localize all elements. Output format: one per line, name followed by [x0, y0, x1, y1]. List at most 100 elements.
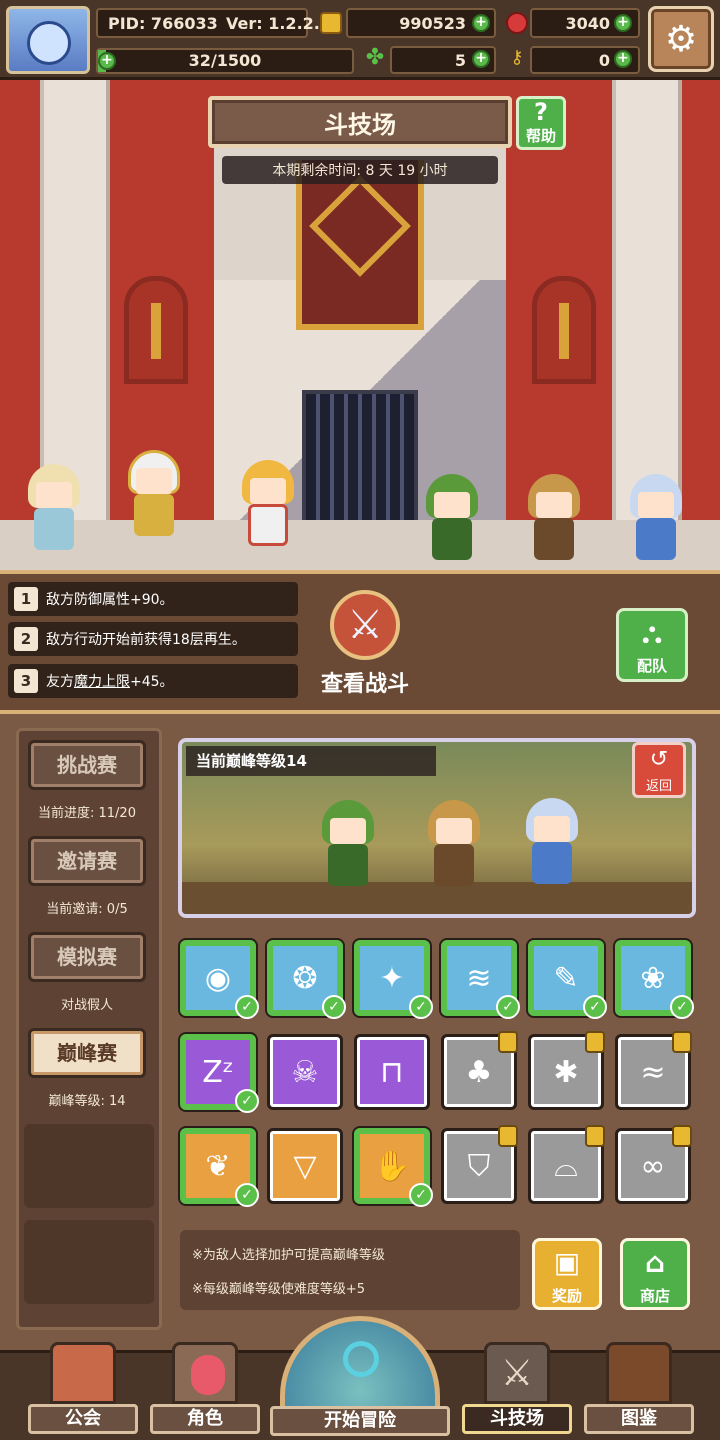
team-label: 配队: [636, 657, 667, 675]
padlock-icon: [498, 1031, 518, 1053]
back-label: 返回: [645, 779, 672, 794]
modifier-keyword-link[interactable]: 魔力上限: [74, 674, 130, 690]
ally-hero-5: [514, 474, 594, 564]
shop-button[interactable]: ⌂ 商店: [620, 1238, 690, 1310]
gem-amount: 3040: [565, 13, 610, 33]
ally-hero-3: [228, 460, 308, 550]
sword-icon: [151, 303, 161, 359]
nav-start-adventure[interactable]: 开始冒险: [270, 1316, 450, 1440]
add-key-button[interactable]: +: [614, 50, 632, 68]
nav-codex[interactable]: 图鉴: [584, 1342, 694, 1436]
peak-preview-panel: 当前巅峰等级14: [178, 738, 696, 918]
team-icon: ⛬: [642, 616, 662, 649]
add-gem-button[interactable]: +: [614, 14, 632, 32]
buff-tile[interactable]: ⌓: [528, 1125, 605, 1204]
paw-icon: ❀: [640, 960, 666, 996]
nav-character[interactable]: 角色: [150, 1342, 260, 1436]
buff-tile[interactable]: ❂ ✓: [267, 940, 346, 1019]
mode-label: 挑战赛: [57, 753, 117, 777]
shop-icon: ⌂: [644, 1246, 666, 1279]
checkmark-icon: ✓: [235, 1089, 259, 1113]
clover-icon: ✤: [365, 45, 385, 70]
mode-peak-button[interactable]: 巅峰赛: [28, 1028, 146, 1078]
buff-tile[interactable]: ✦ ✓: [354, 940, 433, 1019]
buff-tile[interactable]: ❀ ✓: [615, 940, 694, 1019]
team-setup-button[interactable]: ⛬ 配队: [616, 608, 688, 682]
character-portrait-icon: [172, 1342, 238, 1404]
buff-tile[interactable]: ◉ ✓: [180, 940, 259, 1019]
buff-tile[interactable]: ≈: [615, 1031, 692, 1110]
tornado-icon: ≋: [466, 960, 492, 996]
reward-button[interactable]: ▣ 奖励: [532, 1238, 602, 1310]
buff-tile[interactable]: ∞: [615, 1125, 692, 1204]
status-bar: PID: 766033 Ver: 1.2.2.1 990523 + 3040 +…: [0, 0, 720, 80]
checkmark-icon: ✓: [496, 995, 520, 1019]
checkmark-icon: ✓: [235, 995, 259, 1019]
padlock-icon: [585, 1031, 605, 1053]
crossed-swords-icon: ⚔: [330, 590, 400, 660]
mode-invitational-button[interactable]: 邀请赛: [28, 836, 146, 886]
settings-button[interactable]: ⚙: [648, 6, 714, 72]
nav-guild[interactable]: 公会: [28, 1342, 138, 1436]
wall-alcove-left: [124, 276, 188, 384]
empty-mode-slot: [24, 1124, 154, 1208]
add-stamina-button[interactable]: +: [98, 52, 116, 70]
nav-arena[interactable]: ⚔ 斗技场: [462, 1342, 572, 1436]
buff-selection-grid: ◉ ✓ ❂ ✓ ✦ ✓ ≋ ✓ ✎ ✓ ❀ ✓ Zᶻ ✓ ☠ ⊓ ♣ ✱ ≈ ❦ ✓ ▽ ✋ ✓ ⛉ ⌓ ∞: [180, 940, 700, 1210]
buff-tile[interactable]: ≋ ✓: [441, 940, 520, 1019]
season-timer: 本期剩余时间: 8 天 19 小时: [222, 156, 498, 184]
checkmark-icon: ✓: [235, 1183, 259, 1207]
buff-tile[interactable]: ⊓: [354, 1034, 430, 1110]
modifier-row-3: 3 友方魔力上限+45。: [8, 664, 298, 698]
season-timer-text: 本期剩余时间: 8 天 19 小时: [272, 163, 448, 179]
mode-simulation-button[interactable]: 模拟赛: [28, 932, 146, 982]
mode-label: 巅峰赛: [57, 1041, 117, 1065]
add-clover-button[interactable]: +: [472, 50, 490, 68]
avatar-portrait: [27, 21, 71, 65]
checkmark-icon: ✓: [409, 1183, 433, 1207]
player-avatar[interactable]: [6, 6, 90, 74]
buff-tile[interactable]: ✎ ✓: [528, 940, 607, 1019]
buff-tile[interactable]: ▽: [267, 1128, 343, 1204]
snowflake-icon: ✱: [553, 1054, 579, 1090]
buff-tile[interactable]: ☠: [267, 1034, 343, 1110]
buff-tile[interactable]: Zᶻ ✓: [180, 1034, 259, 1113]
buff-tile[interactable]: ⛉: [441, 1125, 518, 1204]
view-battle-label: 查看战斗: [320, 672, 409, 697]
skull-icon: ☠: [291, 1054, 319, 1090]
checkmark-icon: ✓: [322, 995, 346, 1019]
shield-emblem-icon: ▽: [293, 1148, 317, 1184]
back-button[interactable]: ↺ 返回: [632, 742, 686, 798]
crossed-axes-icon: ⚔: [484, 1342, 550, 1404]
buff-tile[interactable]: ✱: [528, 1031, 605, 1110]
modifier-text: 敌方行动开始前获得18层再生。: [46, 632, 246, 648]
book-icon: [606, 1342, 672, 1404]
shield-icon: ⛉: [467, 1148, 491, 1184]
padlock-icon: [498, 1125, 518, 1147]
add-gold-button[interactable]: +: [472, 14, 490, 32]
modifier-text: 敌方防御属性+90。: [46, 592, 174, 608]
return-arrow-icon: ↺: [649, 747, 669, 772]
nav-character-label: 角色: [150, 1404, 260, 1434]
sparkle-icon: ✦: [379, 960, 405, 996]
modifier-number: 1: [14, 587, 38, 611]
shop-label: 商店: [639, 1287, 670, 1305]
mode-challenge-button[interactable]: 挑战赛: [28, 740, 146, 790]
mode-invitational-progress: 当前邀请: 0/5: [46, 902, 128, 917]
buff-tile[interactable]: ❦ ✓: [180, 1128, 259, 1207]
gear-icon: ⚙: [664, 18, 698, 60]
peak-level-title: 当前巅峰等级14: [186, 746, 436, 776]
nav-arena-label: 斗技场: [462, 1404, 572, 1434]
arena-floor: [0, 520, 720, 570]
gold-amount: 990523: [399, 13, 466, 33]
enemy-hero-1: [308, 800, 388, 890]
buff-tile[interactable]: ♣: [441, 1031, 518, 1110]
buff-tile[interactable]: ✋ ✓: [354, 1128, 433, 1207]
stamina-bar: 32/1500: [96, 48, 354, 74]
reward-label: 奖励: [551, 1287, 582, 1305]
empty-mode-slot: [24, 1220, 154, 1304]
gear-icon: ❂: [292, 960, 318, 996]
view-battle-button[interactable]: ⚔ 查看战斗: [300, 590, 430, 702]
magnifier-icon: [343, 1341, 379, 1377]
help-button[interactable]: ? 帮助: [516, 96, 566, 150]
